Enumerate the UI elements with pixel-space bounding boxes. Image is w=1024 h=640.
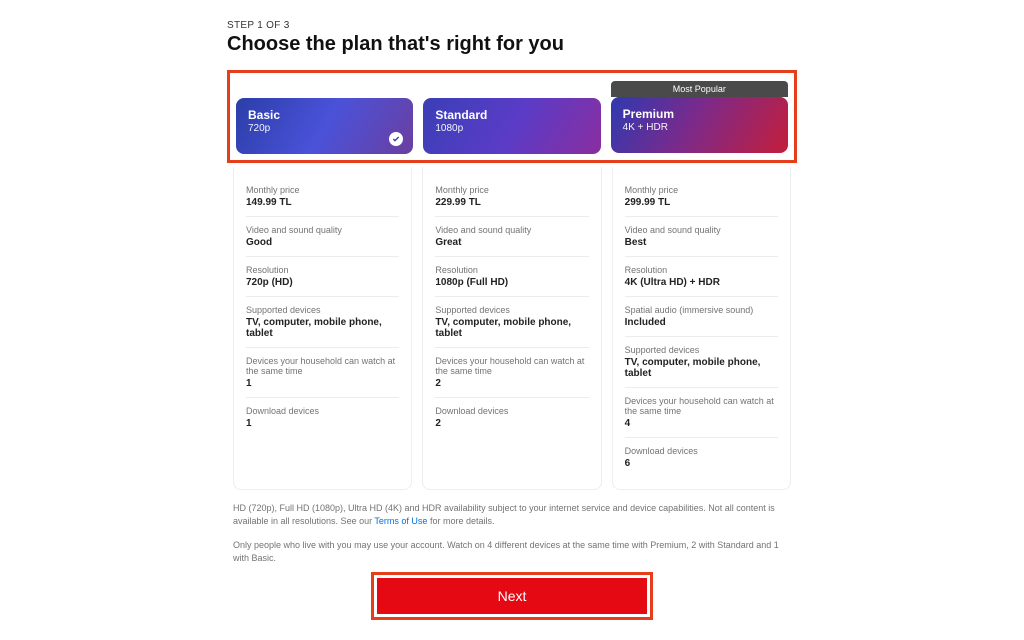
spec-value: Included [625,317,778,328]
spec-label: Supported devices [625,345,778,355]
spec-label: Video and sound quality [435,225,588,235]
spec-row: Video and sound quality Good [246,217,399,257]
plan-details-basic: Monthly price 149.99 TL Video and sound qu… [233,167,412,490]
spec-value: TV, computer, mobile phone, tablet [625,357,778,379]
spec-label: Resolution [625,265,778,275]
plan-name: Standard [435,108,588,122]
spec-value: 6 [625,458,778,469]
spec-value: 1 [246,418,399,429]
spec-row: Monthly price 149.99 TL [246,177,399,217]
spec-row: Monthly price 299.99 TL [625,177,778,217]
next-button[interactable]: Next [377,578,647,614]
spec-value: 720p (HD) [246,277,399,288]
spec-row: Supported devices TV, computer, mobile ph… [435,297,588,348]
spec-row: Video and sound quality Great [435,217,588,257]
plan-name: Basic [248,108,401,122]
plan-card-basic[interactable]: Basic 720p [236,98,413,154]
spec-row: Resolution 4K (Ultra HD) + HDR [625,257,778,297]
plan-cards-row: Basic 720p Standard 1080p Most Popular P… [227,70,797,163]
spec-label: Resolution [246,265,399,275]
popular-badge: Most Popular [611,81,788,97]
plan-card-premium[interactable]: Premium 4K + HDR [611,97,788,153]
spec-label: Monthly price [246,185,399,195]
next-button-wrap: Next [227,572,797,620]
spec-label: Devices your household can watch at the … [625,396,778,416]
spec-row: Download devices 6 [625,438,778,477]
plan-details-row: Monthly price 149.99 TL Video and sound qu… [227,167,797,490]
spec-label: Supported devices [246,305,399,315]
spec-value: TV, computer, mobile phone, tablet [435,317,588,339]
disclaimer-1: HD (720p), Full HD (1080p), Ultra HD (4K… [233,502,791,527]
plan-col-premium: Most Popular Premium 4K + HDR [611,81,788,154]
spec-value: TV, computer, mobile phone, tablet [246,317,399,339]
spec-row: Video and sound quality Best [625,217,778,257]
spec-label: Resolution [435,265,588,275]
spec-value: 4 [625,418,778,429]
spec-label: Devices your household can watch at the … [435,356,588,376]
checkmark-icon [389,132,403,146]
spec-label: Video and sound quality [625,225,778,235]
plan-name: Premium [623,107,776,121]
spec-label: Download devices [246,406,399,416]
spec-value: Best [625,237,778,248]
spec-label: Download devices [625,446,778,456]
plan-resolution: 720p [248,123,401,134]
plan-details-standard: Monthly price 229.99 TL Video and sound qu… [422,167,601,490]
terms-link[interactable]: Terms of Use [374,516,427,526]
spec-row: Supported devices TV, computer, mobile ph… [246,297,399,348]
spec-value: 2 [435,418,588,429]
spec-label: Download devices [435,406,588,416]
page-title: Choose the plan that's right for you [227,33,797,56]
spec-row: Download devices 1 [246,398,399,437]
plan-col-standard: Standard 1080p [423,81,600,154]
spec-value: 299.99 TL [625,197,778,208]
plan-selection-page: STEP 1 OF 3 Choose the plan that's right… [227,0,797,640]
spec-label: Monthly price [435,185,588,195]
spec-row: Resolution 720p (HD) [246,257,399,297]
plan-resolution: 1080p [435,123,588,134]
plan-details-premium: Monthly price 299.99 TL Video and sound qu… [612,167,791,490]
spec-row: Supported devices TV, computer, mobile ph… [625,337,778,388]
spec-value: Great [435,237,588,248]
spec-label: Devices your household can watch at the … [246,356,399,376]
spec-row: Devices your household can watch at the … [435,348,588,398]
plan-col-basic: Basic 720p [236,81,413,154]
disclaimer-2: Only people who live with you may use yo… [233,539,791,564]
next-button-highlight: Next [371,572,653,620]
spec-row: Resolution 1080p (Full HD) [435,257,588,297]
step-label: STEP 1 OF 3 [227,20,797,31]
plan-card-standard[interactable]: Standard 1080p [423,98,600,154]
spec-value: Good [246,237,399,248]
plan-resolution: 4K + HDR [623,122,776,133]
spec-value: 1 [246,378,399,389]
spec-value: 1080p (Full HD) [435,277,588,288]
spec-row: Spatial audio (immersive sound) Included [625,297,778,337]
spec-label: Video and sound quality [246,225,399,235]
spec-row: Monthly price 229.99 TL [435,177,588,217]
spec-value: 4K (Ultra HD) + HDR [625,277,778,288]
spec-value: 229.99 TL [435,197,588,208]
spec-label: Monthly price [625,185,778,195]
spec-row: Devices your household can watch at the … [246,348,399,398]
spec-value: 2 [435,378,588,389]
spec-row: Download devices 2 [435,398,588,437]
spec-row: Devices your household can watch at the … [625,388,778,438]
spec-label: Supported devices [435,305,588,315]
spec-label: Spatial audio (immersive sound) [625,305,778,315]
spec-value: 149.99 TL [246,197,399,208]
